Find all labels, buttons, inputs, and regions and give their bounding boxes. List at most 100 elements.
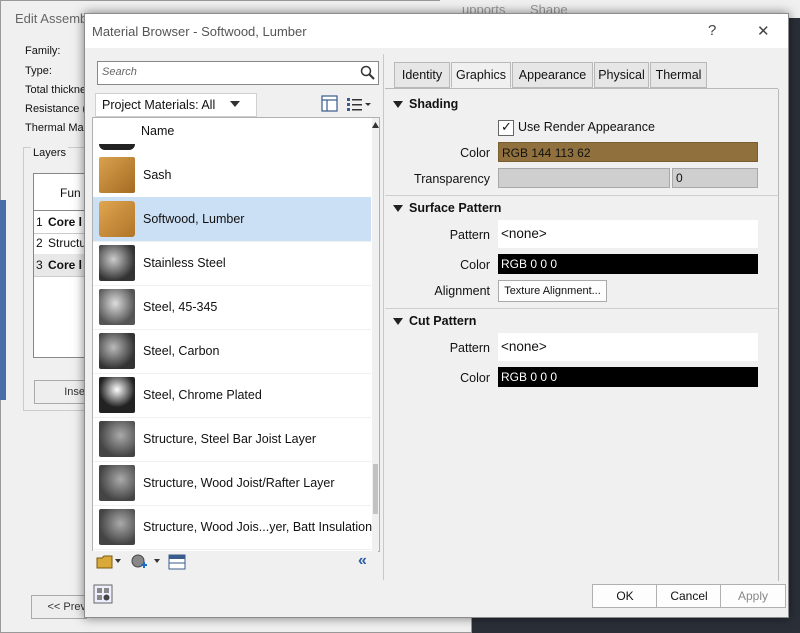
row-function: Core l [48, 215, 83, 229]
use-render-appearance-label: Use Render Appearance [518, 120, 655, 134]
surface-pattern-label: Pattern [449, 228, 490, 242]
grid-header: Fun [60, 186, 81, 200]
tab-identity[interactable]: Identity [394, 62, 450, 88]
prev-button[interactable]: << Prev [31, 595, 87, 619]
shading-heading: Shading [409, 97, 459, 111]
row-function: Structu [48, 236, 87, 250]
chevron-down-icon[interactable] [154, 559, 160, 564]
library-filter-label: Project Materials: All [102, 98, 216, 112]
row-number: 1 [36, 215, 43, 229]
material-name: Steel, Carbon [143, 344, 220, 358]
use-render-appearance-checkbox[interactable]: ✓ [498, 119, 514, 136]
material-name: Softwood, Lumber [143, 212, 245, 226]
checkmark-icon: ✓ [501, 119, 512, 134]
list-item[interactable]: Steel, 45-345 [93, 285, 371, 330]
list-item[interactable]: Stainless Steel [93, 241, 371, 286]
material-list: Name Sash Softwood, Lumber Stainless Ste… [92, 117, 380, 552]
cancel-button[interactable]: Cancel [656, 584, 722, 608]
collapse-library-icon[interactable]: « [358, 552, 367, 570]
wood-joist-batt-thumbnail [99, 509, 135, 545]
cut-pattern-label: Pattern [449, 341, 490, 355]
panel-layout-icon[interactable] [321, 95, 339, 113]
material-name: Sash [143, 168, 172, 182]
tab-physical[interactable]: Physical [594, 62, 649, 88]
material-editor-icon[interactable] [93, 584, 113, 604]
transparency-slider[interactable] [498, 168, 670, 188]
name-column-header[interactable]: Name [141, 124, 174, 138]
thermal-mass-label: Thermal Ma [25, 122, 84, 134]
cut-pattern-field[interactable]: <none> [498, 333, 758, 361]
cut-pattern-section-header[interactable]: Cut Pattern [393, 314, 476, 328]
close-button[interactable]: ✕ [757, 22, 770, 40]
surface-pattern-section-header[interactable]: Surface Pattern [393, 201, 501, 215]
cut-color-swatch[interactable]: RGB 0 0 0 [498, 367, 758, 387]
tab-graphics[interactable]: Graphics [451, 62, 511, 88]
steel-carbon-thumbnail [99, 333, 135, 369]
material-name: Stainless Steel [143, 256, 226, 270]
steel-bar-joist-thumbnail [99, 421, 135, 457]
wood-joist-thumbnail [99, 465, 135, 501]
graphics-properties-panel: Shading ✓ Use Render Appearance Color RG… [385, 88, 779, 581]
surface-color-label: Color [460, 258, 490, 272]
search-field[interactable]: Search [97, 61, 379, 85]
list-item[interactable]: Structure, Wood Jois...yer, Batt Insulat… [93, 505, 372, 550]
list-item[interactable]: Steel, Carbon [93, 329, 371, 374]
transparency-input[interactable]: 0 [672, 168, 758, 188]
list-item[interactable]: Sash [93, 153, 371, 198]
stainless-steel-thumbnail [99, 245, 135, 281]
list-scrollbar[interactable] [372, 118, 379, 551]
material-name: Steel, Chrome Plated [143, 388, 262, 402]
scroll-up-arrow-icon[interactable] [372, 122, 379, 128]
help-button[interactable]: ? [708, 22, 716, 39]
texture-alignment-button[interactable]: Texture Alignment... [498, 280, 607, 302]
list-item[interactable]: Structure, Wood Joist/Rafter Layer [93, 461, 371, 506]
shading-color-swatch[interactable]: RGB 144 113 62 [498, 142, 758, 162]
surface-pattern-field[interactable]: <none> [498, 220, 758, 248]
chevron-down-icon[interactable] [115, 559, 121, 564]
row-number: 3 [36, 258, 43, 272]
type-label: Type: [25, 65, 52, 77]
total-thickness-label: Total thickne [25, 84, 87, 96]
apply-button[interactable]: Apply [720, 584, 786, 608]
insert-button-label: Inse [64, 386, 85, 398]
search-icon[interactable] [360, 65, 375, 80]
scrollbar-thumb[interactable] [373, 464, 378, 514]
list-header-row: Name [93, 118, 371, 152]
collapse-triangle-icon [393, 205, 403, 213]
pane-splitter[interactable] [383, 54, 384, 580]
list-item[interactable]: Steel, Chrome Plated [93, 373, 371, 418]
list-view-icon[interactable] [346, 96, 372, 112]
sash-thumbnail [99, 157, 135, 193]
steel-45-345-thumbnail [99, 289, 135, 325]
collapse-triangle-icon [393, 101, 403, 109]
softwood-thumbnail [99, 201, 135, 237]
create-material-icon[interactable] [130, 553, 148, 571]
tab-thermal[interactable]: Thermal [650, 62, 707, 88]
surface-color-swatch[interactable]: RGB 0 0 0 [498, 254, 758, 274]
asset-browser-icon[interactable] [168, 553, 186, 571]
layers-label: Layers [31, 147, 69, 159]
ok-button[interactable]: OK [592, 584, 658, 608]
surface-pattern-heading: Surface Pattern [409, 201, 502, 215]
edit-assembly-title: Edit Assemb [15, 11, 88, 26]
dialog-title: Material Browser - Softwood, Lumber [92, 24, 307, 39]
resistance-label: Resistance ( [25, 103, 87, 115]
shading-color-label: Color [460, 146, 490, 160]
insert-button[interactable]: Inse [34, 380, 86, 404]
material-name: Structure, Steel Bar Joist Layer [143, 432, 316, 446]
chrome-thumbnail [99, 377, 135, 413]
row-number: 2 [36, 236, 43, 250]
section-divider [385, 195, 778, 196]
shading-section-header[interactable]: Shading [393, 97, 458, 111]
row-function: Core l [48, 258, 83, 272]
tab-appearance[interactable]: Appearance [512, 62, 593, 88]
list-item-selected[interactable]: Softwood, Lumber [93, 197, 371, 242]
transparency-label: Transparency [414, 172, 490, 186]
chevron-down-icon [230, 101, 240, 107]
list-item[interactable]: Structure, Steel Bar Joist Layer [93, 417, 371, 462]
title-bar: Material Browser - Softwood, Lumber ? ✕ [85, 14, 788, 48]
library-filter-dropdown[interactable]: Project Materials: All [95, 93, 257, 117]
search-input[interactable]: Search [102, 66, 137, 78]
alignment-label: Alignment [434, 284, 490, 298]
folder-open-icon[interactable] [96, 554, 114, 570]
